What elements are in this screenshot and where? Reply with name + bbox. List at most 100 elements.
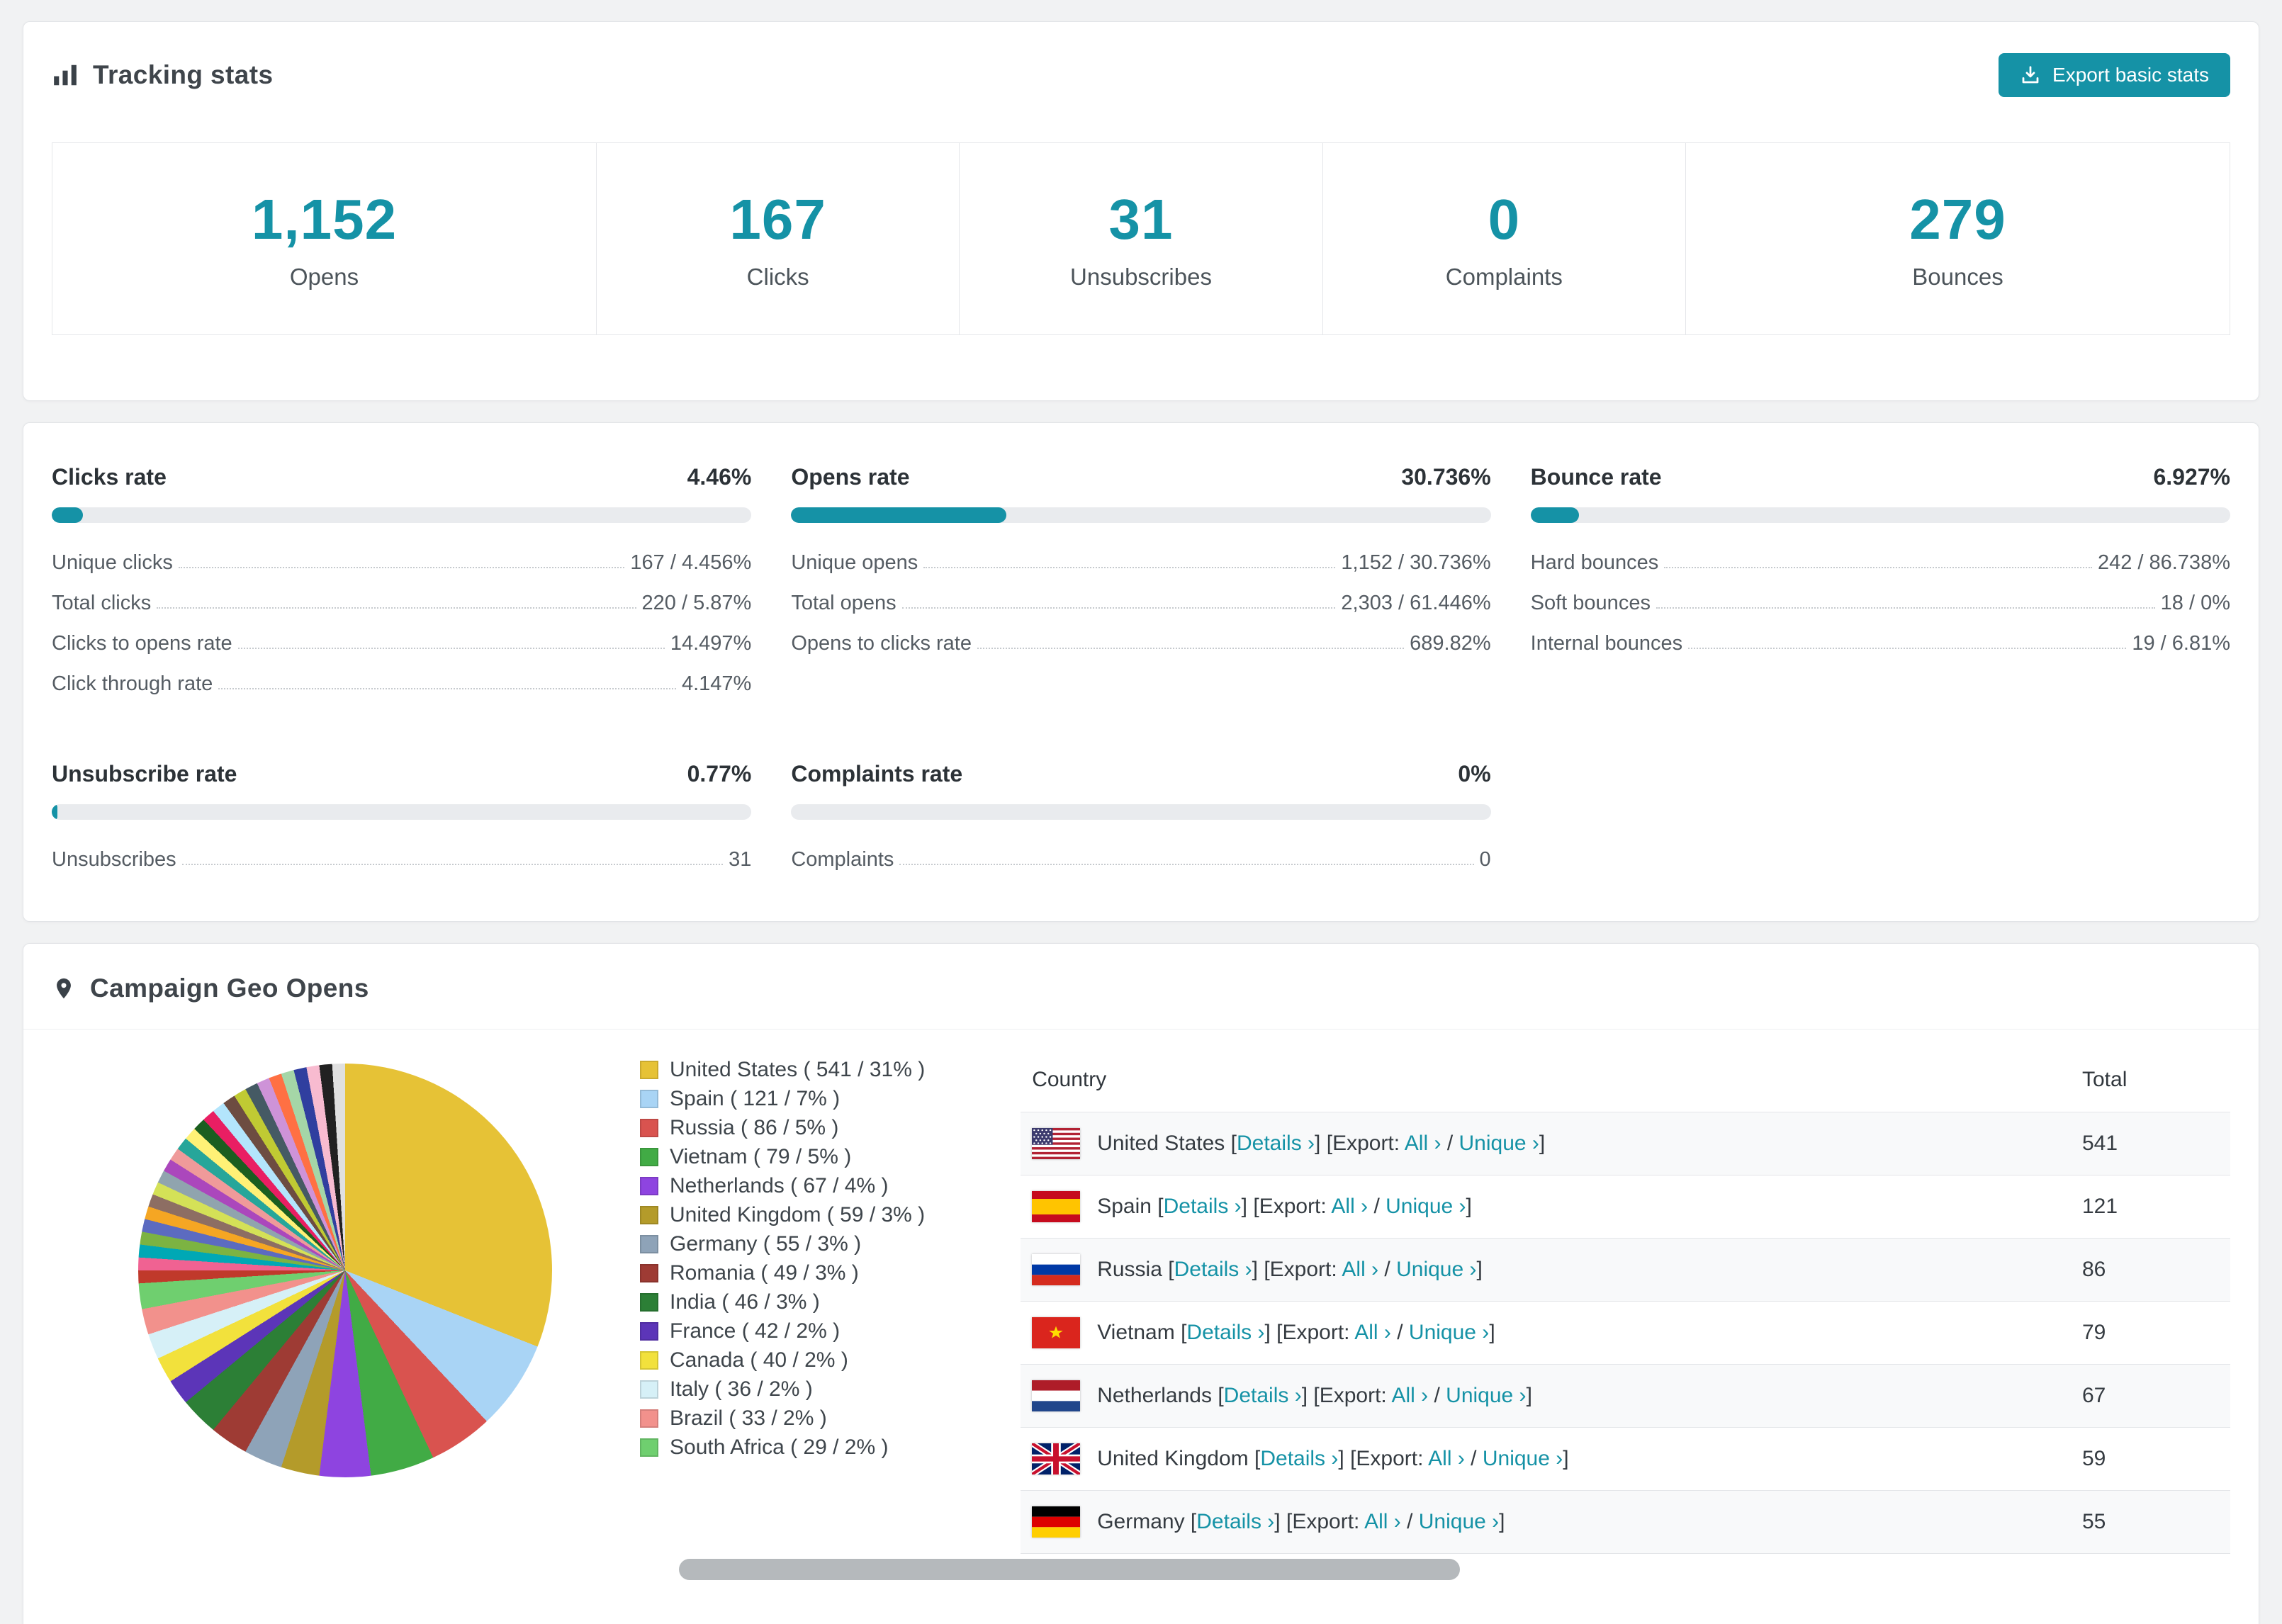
rate-row: Opens to clicks rate 689.82% (791, 615, 1490, 655)
legend-label: United Kingdom ( 59 / 3% ) (670, 1202, 926, 1227)
country-name: United Kingdom (1097, 1447, 1249, 1470)
legend-swatch (640, 1118, 658, 1137)
export-unique-link[interactable]: Unique › (1483, 1447, 1563, 1470)
dotted-leader (1688, 648, 2127, 649)
stat-value: 1,152 (251, 188, 398, 251)
export-label: Export: (1282, 1321, 1350, 1344)
stat-box-complaints: 0 Complaints (1322, 142, 1686, 335)
legend-item: France ( 42 / 2% ) (640, 1316, 925, 1346)
map-pin-icon (52, 976, 76, 1000)
details-link[interactable]: Details › (1174, 1258, 1252, 1281)
bracket: ] (1539, 1132, 1546, 1155)
dotted-leader (181, 864, 724, 865)
bracket: [ (1190, 1510, 1197, 1533)
rate-row-value: 167 / 4.456% (630, 551, 752, 574)
details-link[interactable]: Details › (1164, 1195, 1242, 1218)
export-unique-link[interactable]: Unique › (1386, 1195, 1466, 1218)
rate-row-value: 1,152 / 30.736% (1341, 551, 1491, 574)
details-link[interactable]: Details › (1260, 1447, 1338, 1470)
export-all-link[interactable]: All › (1405, 1132, 1441, 1155)
campaign-geo-opens-header: Campaign Geo Opens (23, 944, 2259, 1030)
geo-opens-pie-chart (138, 1064, 552, 1477)
rate-row-label: Total opens (791, 592, 896, 614)
legend-swatch (640, 1292, 658, 1312)
separator: / (1373, 1195, 1380, 1218)
rate-percent: 0.77% (687, 761, 752, 786)
legend-swatch (640, 1176, 658, 1195)
rate-row-label: Clicks to opens rate (52, 632, 232, 655)
bracket: ] (1315, 1132, 1321, 1155)
horizontal-scrollbar-thumb[interactable] (679, 1559, 1460, 1580)
export-basic-stats-label: Export basic stats (2052, 64, 2209, 86)
rate-row: Internal bounces 19 / 6.81% (1531, 615, 2230, 655)
legend-label: Russia ( 86 / 5% ) (670, 1115, 839, 1139)
export-unique-link[interactable]: Unique › (1446, 1384, 1526, 1407)
details-link[interactable]: Details › (1196, 1510, 1274, 1533)
rate-row: Soft bounces 18 / 0% (1531, 575, 2230, 615)
details-link[interactable]: Details › (1237, 1132, 1315, 1155)
export-unique-link[interactable]: Unique › (1396, 1258, 1476, 1281)
geo-table-header-row: Country Total (1021, 1048, 2230, 1112)
rate-row: Click through rate 4.147% (52, 655, 751, 696)
export-unique-link[interactable]: Unique › (1409, 1321, 1489, 1344)
rate-percent: 0% (1458, 761, 1491, 786)
rate-row-label: Click through rate (52, 672, 213, 695)
rate-progress-bar (791, 804, 1491, 820)
rate-progress-bar (52, 804, 752, 820)
rate-title: Unsubscribe rate (52, 761, 237, 786)
stat-label: Clicks (746, 264, 809, 290)
rate-row-label: Unique clicks (52, 551, 173, 574)
bar-chart-icon (52, 62, 79, 89)
country-total: 79 (2071, 1301, 2230, 1365)
rate-title: Opens rate (791, 464, 910, 490)
geo-body: United States ( 541 / 31% ) Spain ( 121 … (23, 1030, 2259, 1582)
legend-item: Germany ( 55 / 3% ) (640, 1229, 925, 1258)
export-label: Export: (1356, 1447, 1424, 1470)
rate-title: Clicks rate (52, 464, 167, 490)
export-unique-link[interactable]: Unique › (1459, 1132, 1539, 1155)
details-link[interactable]: Details › (1186, 1321, 1264, 1344)
export-all-link[interactable]: All › (1364, 1510, 1401, 1533)
export-all-link[interactable]: All › (1342, 1258, 1378, 1281)
legend-item: Canada ( 40 / 2% ) (640, 1346, 925, 1375)
dotted-leader (157, 607, 636, 609)
flag-icon-nl (1032, 1380, 1081, 1411)
flag-icon-de (1032, 1506, 1081, 1538)
legend-swatch (640, 1321, 658, 1341)
export-all-link[interactable]: All › (1354, 1321, 1391, 1344)
stat-label: Unsubscribes (1070, 264, 1212, 290)
separator: / (1446, 1132, 1454, 1155)
export-all-link[interactable]: All › (1331, 1195, 1368, 1218)
stat-box-opens: 1,152 Opens (52, 142, 597, 335)
rate-row-label: Total clicks (52, 592, 152, 614)
bracket: ] (1252, 1258, 1258, 1281)
separator: / (1407, 1510, 1413, 1533)
legend-item: Netherlands ( 67 / 4% ) (640, 1171, 925, 1200)
export-all-link[interactable]: All › (1391, 1384, 1428, 1407)
export-label: Export: (1292, 1510, 1360, 1533)
country-name: Germany (1097, 1510, 1185, 1533)
stat-label: Complaints (1445, 264, 1563, 290)
flag-icon-vn (1032, 1317, 1081, 1348)
rate-panel: Bounce rate 6.927% Hard bounces 242 / 86.… (1530, 464, 2230, 696)
details-link[interactable]: Details › (1224, 1384, 1302, 1407)
legend-label: India ( 46 / 3% ) (670, 1290, 820, 1314)
rate-progress-fill (52, 507, 84, 523)
export-unique-link[interactable]: Unique › (1419, 1510, 1499, 1533)
geo-table-row: Russia [Details ›] [Export: All › / Uniq… (1021, 1238, 2230, 1302)
campaign-geo-opens-card: Campaign Geo Opens United States ( 541 /… (23, 943, 2259, 1624)
legend-item: United Kingdom ( 59 / 3% ) (640, 1200, 925, 1229)
export-basic-stats-button[interactable]: Export basic stats (1999, 53, 2230, 97)
legend-item: Spain ( 121 / 7% ) (640, 1084, 925, 1113)
legend-item: Vietnam ( 79 / 5% ) (640, 1142, 925, 1171)
export-all-link[interactable]: All › (1428, 1447, 1465, 1470)
legend-item: Brazil ( 33 / 2% ) (640, 1404, 925, 1433)
geo-table-row: Spain [Details ›] [Export: All › / Uniqu… (1021, 1175, 2230, 1239)
legend-label: France ( 42 / 2% ) (670, 1319, 841, 1343)
rate-row-label: Unique opens (791, 551, 918, 574)
stat-value: 31 (1108, 188, 1174, 251)
rate-title: Bounce rate (1530, 464, 1662, 490)
tracking-stats-summary: 1,152 Opens 167 Clicks 31 Unsubscribes 0… (52, 142, 2230, 335)
stat-value: 279 (1909, 188, 2006, 251)
rate-row: Hard bounces 242 / 86.738% (1531, 534, 2230, 575)
